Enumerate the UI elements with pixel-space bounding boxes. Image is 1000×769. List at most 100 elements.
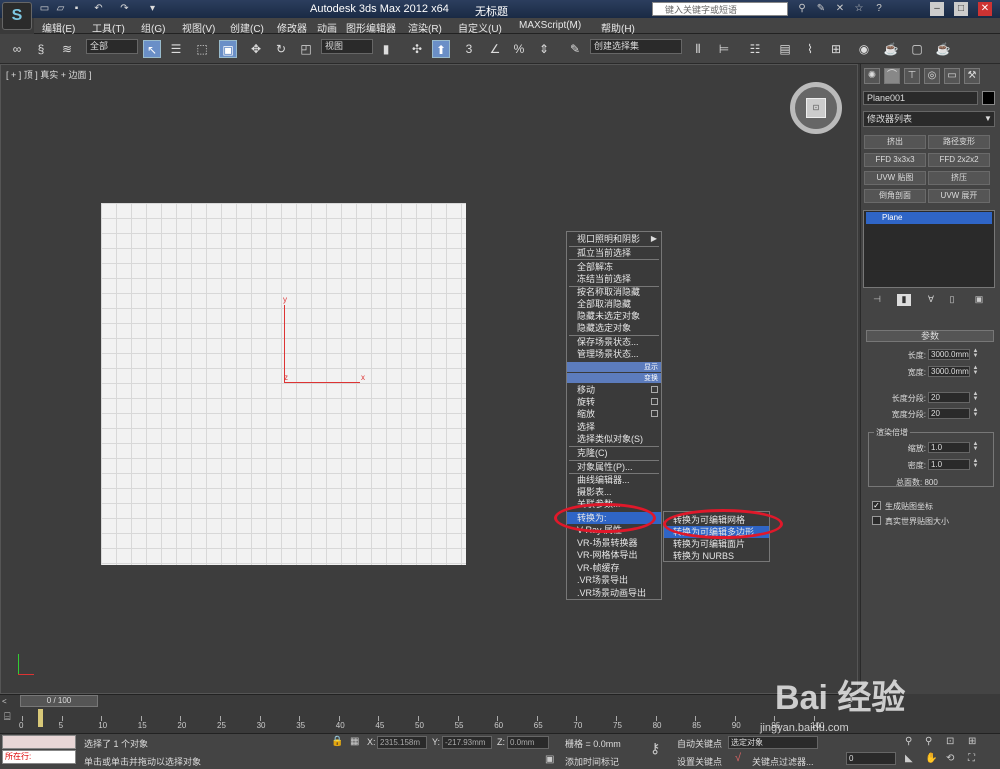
quad-item-unfreeze-all[interactable]: 全部解冻: [567, 261, 661, 273]
quad-item-freeze-selection[interactable]: 冻结当前选择: [567, 273, 661, 285]
exchange-icon[interactable]: ✕: [833, 2, 847, 16]
save-file-icon[interactable]: ▪: [70, 2, 83, 15]
snaps-toggle-icon[interactable]: 3: [460, 40, 478, 58]
rotate-icon[interactable]: ↻: [272, 40, 290, 58]
layer-manager-icon[interactable]: ☷: [746, 40, 764, 58]
mod-button-uvw-map[interactable]: UVW 贴图: [864, 171, 926, 185]
select-manipulate-icon[interactable]: ✣: [408, 40, 426, 58]
select-by-name-icon[interactable]: ☰: [167, 40, 185, 58]
close-button[interactable]: ✕: [978, 2, 992, 16]
plane-object-grid[interactable]: [101, 203, 466, 565]
mod-button-squeeze[interactable]: 挤压: [928, 171, 990, 185]
menu-views[interactable]: 视图(V): [182, 20, 215, 35]
open-file-icon[interactable]: ▱: [54, 2, 67, 15]
menu-graph-editors[interactable]: 图形编辑器: [346, 20, 396, 35]
quad-item-select[interactable]: 选择: [567, 421, 661, 433]
quad-item-object-properties[interactable]: 对象属性(P)...: [567, 461, 661, 473]
reference-coord-dropdown[interactable]: 视图: [321, 39, 373, 54]
new-file-icon[interactable]: ▭: [38, 2, 51, 15]
quad-item-vr-scene-converter[interactable]: VR-场景转换器: [567, 537, 661, 549]
density-field[interactable]: 1.0: [928, 459, 970, 470]
utilities-tab-icon[interactable]: ⚒: [964, 68, 980, 84]
quad-item-isolate[interactable]: 孤立当前选择: [567, 247, 661, 259]
quad-item-unhide-all[interactable]: 全部取消隐藏: [567, 298, 661, 310]
quad-item-save-scene-state[interactable]: 保存场景状态...: [567, 336, 661, 348]
hierarchy-tab-icon[interactable]: ⊤: [904, 68, 920, 84]
menu-help[interactable]: 帮助(H): [601, 20, 635, 35]
object-color-swatch[interactable]: [982, 91, 995, 105]
menu-tools[interactable]: 工具(T): [92, 20, 125, 35]
set-key-button[interactable]: 设置关键点: [677, 755, 722, 768]
quad-item-rotate[interactable]: 旋转: [567, 396, 661, 408]
width-segs-spinner-icon[interactable]: ▲ ▼: [972, 407, 979, 419]
length-segs-field[interactable]: 20: [928, 392, 970, 403]
menu-rendering[interactable]: 渲染(R): [408, 20, 442, 35]
align-icon[interactable]: ⊨: [715, 40, 733, 58]
real-world-checkbox[interactable]: [872, 516, 881, 525]
menu-edit[interactable]: 编辑(E): [42, 20, 75, 35]
star-icon[interactable]: ☆: [852, 2, 866, 16]
slider-prev-icon[interactable]: <: [2, 697, 7, 706]
window-crossing-icon[interactable]: ▣: [219, 40, 237, 58]
parameters-rollout-header[interactable]: 参数: [866, 330, 994, 342]
pivot-icon[interactable]: ▮: [377, 40, 395, 58]
length-segs-spinner-icon[interactable]: ▲ ▼: [972, 391, 979, 403]
maximize-button[interactable]: □: [954, 2, 968, 16]
render-production-icon[interactable]: ☕: [934, 40, 952, 58]
quad-item-hide-unselected[interactable]: 隐藏未选定对象: [567, 310, 661, 322]
stack-item-plane[interactable]: Plane: [866, 212, 992, 224]
quad-item-vr-frame-buffer[interactable]: VR-帧缓存: [567, 562, 661, 574]
unlink-icon[interactable]: §: [32, 40, 50, 58]
make-unique-icon[interactable]: ∀: [924, 294, 938, 306]
binoculars-icon[interactable]: ⚲: [795, 2, 809, 16]
time-slider-thumb[interactable]: 0 / 100: [20, 695, 98, 707]
graphite-ribbon-icon[interactable]: ▤: [776, 40, 794, 58]
quad-item-clone[interactable]: 克隆(C): [567, 447, 661, 459]
submenu-editable-patch[interactable]: 转换为可编辑面片: [664, 538, 769, 550]
width-spinner-icon[interactable]: ▲ ▼: [972, 365, 979, 377]
maximize-viewport-icon[interactable]: ⛶: [968, 753, 975, 764]
named-selection-dropdown[interactable]: 创建选择集: [590, 39, 682, 54]
maxscript-mini-listener[interactable]: 所在行:: [2, 750, 76, 764]
tools-icon[interactable]: ✎: [814, 2, 828, 16]
z-coord-field[interactable]: 0.0mm: [507, 736, 549, 749]
length-spinner-icon[interactable]: ▲ ▼: [972, 348, 979, 360]
app-logo-icon[interactable]: S: [2, 2, 32, 30]
pin-stack-icon[interactable]: ⊣: [870, 294, 884, 306]
percent-snap-icon[interactable]: %: [510, 40, 528, 58]
menu-customize[interactable]: 自定义(U): [458, 20, 502, 35]
mod-button-path-deform[interactable]: 路径变形: [928, 135, 990, 149]
minimize-button[interactable]: –: [930, 2, 944, 16]
rect-selection-icon[interactable]: ⬚: [193, 40, 211, 58]
track-bar[interactable]: [0, 708, 858, 734]
width-segs-field[interactable]: 20: [928, 408, 970, 419]
maxscript-listener[interactable]: [2, 735, 76, 749]
edit-named-sets-icon[interactable]: ✎: [566, 40, 584, 58]
time-tag-icon[interactable]: ▣: [545, 754, 554, 765]
quad-item-vr-mesh-export[interactable]: VR-网格体导出: [567, 549, 661, 561]
settings-box-icon[interactable]: [651, 386, 658, 393]
density-spinner-icon[interactable]: ▲ ▼: [972, 458, 979, 470]
angle-snap-icon[interactable]: ∠: [486, 40, 504, 58]
time-slider[interactable]: [0, 694, 858, 708]
spinner-snap-icon[interactable]: ⇕: [535, 40, 553, 58]
link-icon[interactable]: ∞: [8, 40, 26, 58]
length-field[interactable]: 3000.0mm: [928, 349, 970, 360]
undo-icon[interactable]: ↶: [92, 2, 105, 15]
remove-modifier-icon[interactable]: ▯: [945, 294, 959, 306]
mod-button-unwrap-uvw[interactable]: UVW 展开: [928, 189, 990, 203]
gen-map-coords-checkbox[interactable]: ✓: [872, 501, 881, 510]
y-coord-field[interactable]: -217.93mm: [442, 736, 492, 749]
schematic-view-icon[interactable]: ⊞: [827, 40, 845, 58]
help-icon[interactable]: ?: [872, 2, 886, 16]
quad-item-select-similar[interactable]: 选择类似对象(S): [567, 433, 661, 445]
key-filters-button[interactable]: 关键点过滤器...: [752, 755, 814, 768]
selection-filter-dropdown[interactable]: 全部: [86, 39, 138, 54]
keyboard-shortcut-icon[interactable]: ⬆: [432, 40, 450, 58]
create-tab-icon[interactable]: ✺: [864, 68, 880, 84]
mod-button-bevel-profile[interactable]: 倒角剖面: [864, 189, 926, 203]
key-icon[interactable]: ⚷: [650, 740, 660, 757]
viewport-label[interactable]: [ + ] 顶 ] 真实 + 边面 ]: [6, 68, 92, 81]
configure-modifier-sets-icon[interactable]: ▣: [972, 294, 986, 306]
mod-button-ffd222[interactable]: FFD 2x2x2: [928, 153, 990, 167]
